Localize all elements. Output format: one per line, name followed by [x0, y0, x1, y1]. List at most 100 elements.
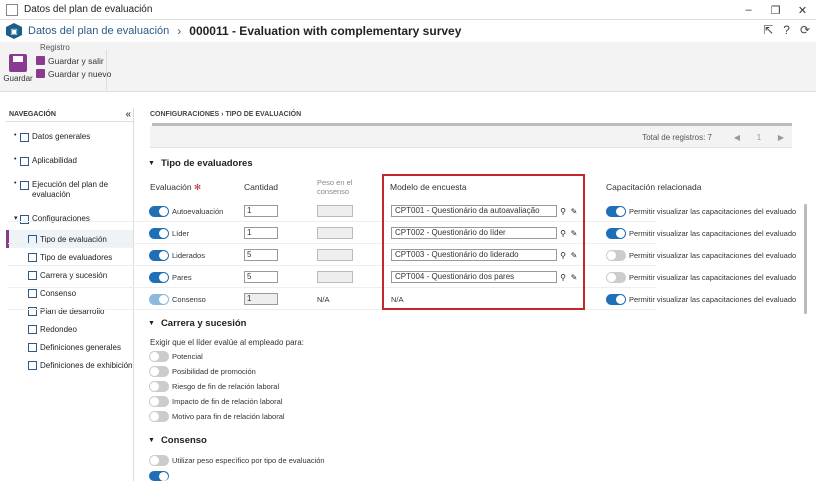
capability-label: Permitir visualizar las capacitaciones d… [629, 251, 797, 260]
nav-sub-label: Definiciones generales [40, 342, 121, 352]
quantity-input: 1 [244, 293, 278, 305]
nav-sub-label: Definiciones de exhibición [40, 360, 133, 370]
page-title: 000011 - Evaluation with complementary s… [189, 24, 462, 38]
career-option-toggle[interactable] [149, 396, 169, 407]
nav-item-label: Aplicabilidad [32, 156, 77, 165]
nav-sub-redondeo[interactable]: Redondeo [6, 320, 133, 338]
refresh-icon[interactable]: ⟳ [800, 23, 810, 37]
career-option-toggle[interactable] [149, 351, 169, 362]
capability-label: Permitir visualizar las capacitaciones d… [629, 273, 797, 282]
evaluation-toggle[interactable] [149, 228, 169, 239]
weight-input [317, 271, 353, 283]
weight-value: N/A [317, 295, 330, 304]
career-option-toggle[interactable] [149, 381, 169, 392]
capability-toggle[interactable] [606, 228, 626, 239]
header-quantity: Cantidad [244, 182, 279, 192]
nav-heading: NAVEGACIÓN [9, 111, 56, 118]
career-option-label: Posibilidad de promoción [172, 367, 256, 376]
consensus-weight-label: Utilizar peso específico por tipo de eva… [172, 456, 325, 465]
evaluation-label: Liderados [172, 251, 205, 260]
collapse-icon[interactable]: ⇱ [763, 23, 773, 37]
save-button[interactable]: Guardar [3, 54, 33, 83]
consensus-weight-toggle[interactable] [149, 455, 169, 466]
collapse-nav-icon[interactable]: « [125, 109, 131, 120]
capability-toggle[interactable] [606, 272, 626, 283]
total-records: Total de registros: 7 [642, 133, 712, 142]
section-consensus-title[interactable]: ▼ Consenso [148, 435, 207, 446]
save-new-icon [36, 69, 45, 78]
page-number: 1 [756, 133, 762, 142]
evaluation-toggle[interactable] [149, 250, 169, 261]
save-and-exit-button[interactable]: Guardar y salir [36, 54, 111, 67]
weight-input [317, 227, 353, 239]
collapse-triangle-icon: ▼ [148, 320, 155, 327]
content-breadcrumb: CONFIGURACIONES › TIPO DE EVALUACIÓN [150, 111, 302, 118]
nav-header: NAVEGACIÓN « [6, 108, 133, 122]
save-and-new-button[interactable]: Guardar y nuevo [36, 67, 111, 80]
evaluation-toggle[interactable] [149, 272, 169, 283]
weight-input [317, 205, 353, 217]
ribbon-group-label: Registro [40, 43, 70, 52]
capability-toggle[interactable] [606, 206, 626, 217]
close-button[interactable]: ✕ [789, 0, 816, 20]
breadcrumb-parent[interactable]: Datos del plan de evaluación [28, 25, 169, 37]
section-evaluators-title[interactable]: ▼ Tipo de evaluadores [148, 158, 253, 169]
window-titlebar: Datos del plan de evaluación – ❐ ✕ [0, 0, 816, 20]
quantity-input[interactable]: 1 [244, 227, 278, 239]
capability-label: Permitir visualizar las capacitaciones d… [629, 229, 797, 238]
capability-toggle[interactable] [606, 250, 626, 261]
section-career-title[interactable]: ▼ Carrera y sucesión [148, 318, 246, 329]
quantity-input[interactable]: 5 [244, 271, 278, 283]
evaluation-toggle[interactable] [149, 294, 169, 305]
maximize-button[interactable]: ❐ [762, 0, 789, 20]
nav-sub-definiciones-generales[interactable]: Definiciones generales [6, 338, 133, 356]
minimize-button[interactable]: – [735, 0, 762, 20]
save-label: Guardar [3, 74, 33, 83]
definitions-icon [28, 343, 37, 352]
vertical-scrollbar[interactable] [804, 204, 807, 314]
pager-bar: Total de registros: 7 ◀ 1 ▶ [150, 126, 792, 148]
header-weight: Peso en el consenso [317, 178, 353, 196]
save-exit-label: Guardar y salir [48, 55, 104, 66]
evaluation-label: Pares [172, 273, 192, 282]
evaluation-label: Consenso [172, 295, 206, 304]
display-icon [28, 361, 37, 370]
weight-input [317, 249, 353, 261]
career-option-toggle[interactable] [149, 366, 169, 377]
capability-label: Permitir visualizar las capacitaciones d… [629, 295, 797, 304]
nav-item-datos-generales[interactable]: • Datos generales [6, 132, 133, 156]
consensus-next-toggle[interactable] [149, 471, 169, 481]
career-option-label: Motivo para fin de relación laboral [172, 412, 285, 421]
career-option-label: Impacto de fin de relación laboral [172, 397, 283, 406]
prev-page-button[interactable]: ◀ [726, 131, 748, 144]
ribbon-toolbar: Registro Guardar Guardar y salir Guardar… [0, 42, 816, 92]
nav-sub-label: Redondeo [40, 324, 77, 334]
collapse-triangle-icon: ▼ [148, 160, 155, 167]
ribbon-divider [106, 50, 107, 90]
app-icon [6, 3, 18, 16]
window-title: Datos del plan de evaluación [24, 4, 153, 15]
app-header: ▣ Datos del plan de evaluación › 000011 … [0, 20, 816, 42]
highlight-survey-column [382, 174, 585, 310]
execution-icon [20, 181, 29, 190]
career-option-label: Potencial [172, 352, 203, 361]
career-prompt: Exigir que el líder evalúe al empleado p… [150, 338, 304, 347]
save-new-label: Guardar y nuevo [48, 68, 112, 79]
quantity-input[interactable]: 5 [244, 249, 278, 261]
rounding-icon [28, 325, 37, 334]
nav-item-aplicabilidad[interactable]: • Aplicabilidad [6, 156, 133, 180]
capability-label: Permitir visualizar las capacitaciones d… [629, 207, 797, 216]
quantity-input[interactable]: 1 [244, 205, 278, 217]
nav-item-label: Ejecución del plan de evaluación [32, 180, 109, 199]
evaluation-label: Autoevaluación [172, 207, 224, 216]
nav-item-label: Datos generales [32, 132, 91, 141]
collapse-triangle-icon: ▼ [148, 437, 155, 444]
evaluation-toggle[interactable] [149, 206, 169, 217]
header-capability: Capacitación relacionada [606, 182, 702, 192]
help-icon[interactable]: ? [783, 23, 790, 37]
nav-sub-definiciones-exhibicion[interactable]: Definiciones de exhibición [6, 356, 133, 374]
document-icon [20, 133, 29, 142]
career-option-toggle[interactable] [149, 411, 169, 422]
next-page-button[interactable]: ▶ [770, 131, 792, 144]
capability-toggle[interactable] [606, 294, 626, 305]
